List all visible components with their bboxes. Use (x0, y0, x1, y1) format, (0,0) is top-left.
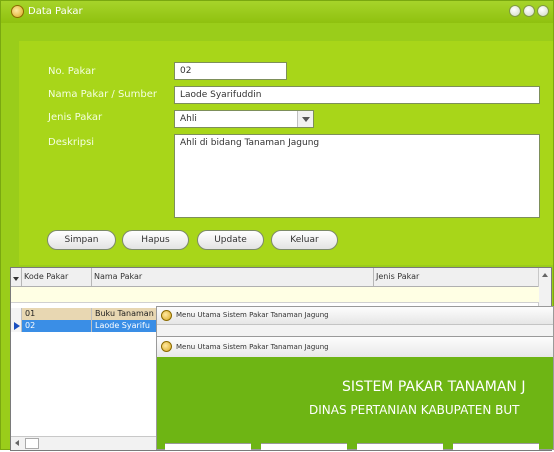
simpan-button[interactable]: Simpan (47, 230, 116, 250)
minimize-button[interactable] (509, 5, 521, 17)
banner-heading: SISTEM PAKAR TANAMAN J (342, 379, 526, 395)
cell-nama[interactable]: Laode Syarifu (92, 320, 161, 332)
no-pakar-field[interactable]: 02 (174, 62, 287, 80)
menu-button[interactable] (165, 443, 251, 450)
hapus-button[interactable]: Hapus (122, 230, 189, 250)
scroll-up-icon[interactable] (539, 268, 551, 282)
sort-arrow-icon (13, 277, 19, 281)
jenis-pakar-label: Jenis Pakar (48, 112, 103, 123)
column-header-kode[interactable]: Kode Pakar (22, 268, 92, 286)
horizontal-scrollbar[interactable] (11, 436, 156, 450)
banner-subheading: DINAS PERTANIAN KABUPATEN BUT (309, 403, 520, 417)
deskripsi-textarea[interactable]: Ahli di bidang Tanaman Jagung (174, 134, 540, 218)
vertical-scrollbar[interactable] (538, 268, 551, 306)
close-button[interactable] (537, 5, 549, 17)
maximize-button[interactable] (523, 5, 535, 17)
row-header-corner (11, 268, 22, 286)
nama-pakar-field[interactable]: Laode Syarifuddin (174, 86, 540, 104)
menu-button-strip (165, 443, 554, 450)
jenis-pakar-combo[interactable]: Ahli (174, 110, 314, 128)
menu-button[interactable] (261, 443, 347, 450)
app-icon (161, 341, 172, 352)
no-pakar-label: No. Pakar (48, 66, 96, 77)
table-header: Kode Pakar Nama Pakar Jenis Pakar (11, 268, 551, 306)
cell-nama[interactable]: Buku Tanaman (92, 308, 161, 320)
menu-button[interactable] (357, 443, 443, 450)
scroll-left-icon[interactable] (11, 437, 23, 449)
new-row[interactable] (11, 287, 539, 303)
column-header-nama[interactable]: Nama Pakar (92, 268, 374, 286)
dropdown-arrow-icon[interactable] (297, 111, 313, 127)
scroll-thumb[interactable] (25, 438, 39, 449)
current-row-indicator (11, 320, 22, 332)
table-row[interactable]: 01 Buku Tanaman (11, 308, 161, 320)
update-button[interactable]: Update (197, 230, 264, 250)
menu-back-title: Menu Utama Sistem Pakar Tanaman Jagung (176, 311, 329, 319)
menu-banner: SISTEM PAKAR TANAMAN J DINAS PERTANIAN K… (157, 357, 554, 450)
menu-front-title-bar: Menu Utama Sistem Pakar Tanaman Jagung (157, 337, 553, 358)
menu-back-title-bar: Menu Utama Sistem Pakar Tanaman Jagung (157, 307, 553, 325)
menu-front-title: Menu Utama Sistem Pakar Tanaman Jagung (176, 343, 329, 351)
row-indicator (11, 308, 22, 320)
deskripsi-label: Deskripsi (48, 137, 95, 148)
cell-kode[interactable]: 02 (22, 320, 92, 332)
window-title: Data Pakar (28, 6, 83, 17)
app-icon (11, 5, 24, 18)
jenis-pakar-value: Ahli (180, 114, 197, 124)
row-pointer-icon (14, 322, 20, 330)
cell-kode[interactable]: 01 (22, 308, 92, 320)
menu-utama-window-front[interactable]: Menu Utama Sistem Pakar Tanaman Jagung S… (156, 336, 554, 450)
keluar-button[interactable]: Keluar (271, 230, 338, 250)
menu-button[interactable] (453, 443, 539, 450)
nama-pakar-label: Nama Pakar / Sumber (48, 89, 157, 100)
app-icon (161, 310, 172, 321)
title-bar: Data Pakar (1, 1, 553, 23)
column-header-jenis[interactable]: Jenis Pakar (374, 268, 539, 286)
table-row-selected[interactable]: 02 Laode Syarifu (11, 320, 161, 332)
